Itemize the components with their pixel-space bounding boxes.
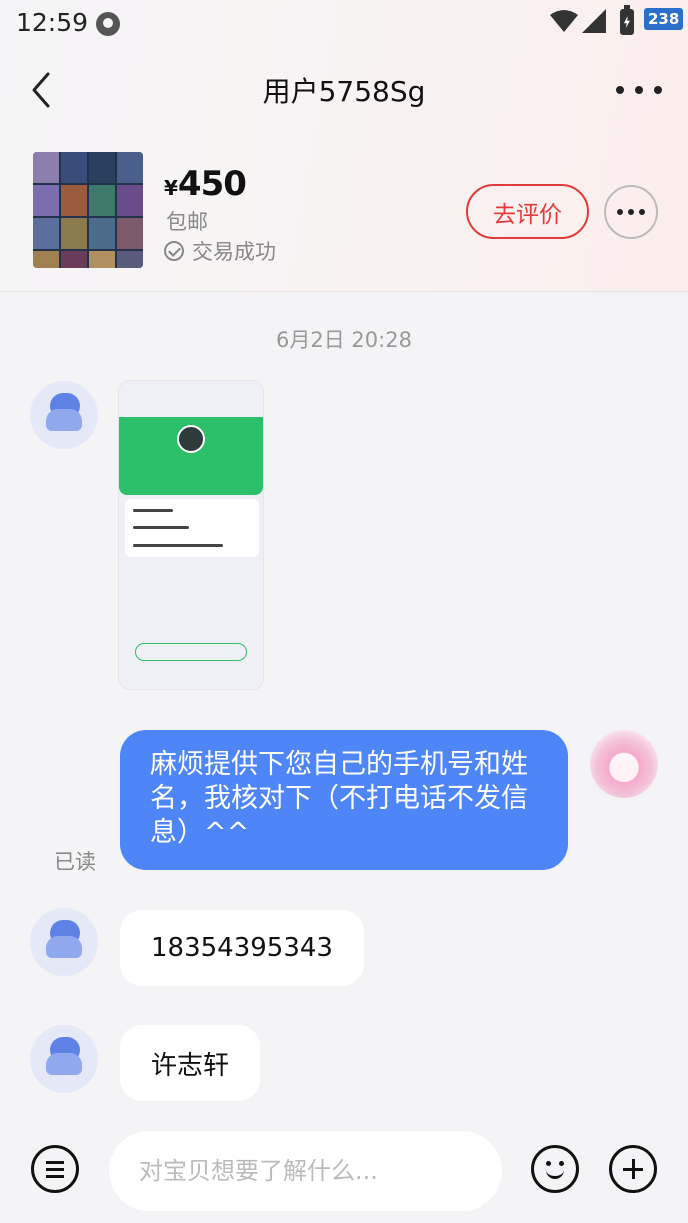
deal-status-label: 交易成功 xyxy=(192,240,276,264)
screenshot-text-line xyxy=(133,526,189,529)
read-receipt: 已读 xyxy=(54,850,96,874)
review-button[interactable]: 去评价 xyxy=(466,184,589,239)
battery-charging-icon xyxy=(620,5,634,35)
screenshot-info-card xyxy=(125,499,259,557)
menu-line-icon xyxy=(46,1167,64,1171)
price-value: 450 xyxy=(177,164,247,204)
more-dot-icon xyxy=(639,209,645,215)
more-options-button[interactable] xyxy=(616,80,662,100)
avatar[interactable] xyxy=(30,908,98,976)
message-input[interactable] xyxy=(109,1131,502,1211)
menu-button[interactable] xyxy=(31,1145,79,1193)
screenshot-avatar xyxy=(177,425,205,453)
screenshot-text-line xyxy=(133,544,223,547)
user-avatar-body xyxy=(46,936,82,958)
product-thumbnail[interactable] xyxy=(33,152,143,268)
wifi-icon xyxy=(550,10,578,32)
menu-line-icon xyxy=(46,1174,64,1178)
user-avatar-body xyxy=(46,1053,82,1075)
image-message[interactable] xyxy=(118,380,264,690)
message-bubble-other: 18354395343 xyxy=(120,910,364,986)
check-circle-icon xyxy=(164,241,184,261)
status-time: 12:59 xyxy=(16,8,89,37)
notification-count-badge: 238 xyxy=(644,8,684,30)
more-dot-icon xyxy=(616,86,624,94)
chat-timestamp: 6月2日 20:28 xyxy=(276,328,412,352)
signal-icon xyxy=(582,9,606,33)
more-dot-icon xyxy=(635,86,643,94)
screenshot-button xyxy=(135,643,247,661)
emoji-eye-icon xyxy=(559,1161,564,1166)
user-avatar-body xyxy=(46,409,82,431)
emoji-mouth-icon xyxy=(546,1168,564,1179)
product-price: ¥ 450 xyxy=(164,164,247,204)
menu-line-icon xyxy=(46,1160,64,1164)
emoji-eye-icon xyxy=(546,1161,551,1166)
product-more-button[interactable] xyxy=(604,185,658,239)
screenshot-text-line xyxy=(133,509,173,512)
more-dot-icon xyxy=(628,209,634,215)
add-button[interactable] xyxy=(609,1145,657,1193)
more-dot-icon xyxy=(654,86,662,94)
price-currency: ¥ xyxy=(164,176,178,200)
avatar[interactable] xyxy=(30,381,98,449)
self-avatar[interactable] xyxy=(590,730,658,798)
avatar[interactable] xyxy=(30,1025,98,1093)
more-dot-icon xyxy=(617,209,623,215)
app-badge-icon xyxy=(96,12,120,36)
deal-status: 交易成功 xyxy=(164,236,276,266)
message-bubble-other: 许志轩 xyxy=(120,1025,261,1101)
message-bubble-self: 麻烦提供下您自己的手机号和姓名，我核对下（不打电话不发信息）^^ xyxy=(120,730,568,870)
status-bar: 12:59 238 xyxy=(0,0,688,46)
page-title: 用户5758Sg xyxy=(262,75,426,108)
emoji-button[interactable] xyxy=(531,1145,579,1193)
shipping-label: 包邮 xyxy=(166,210,208,234)
